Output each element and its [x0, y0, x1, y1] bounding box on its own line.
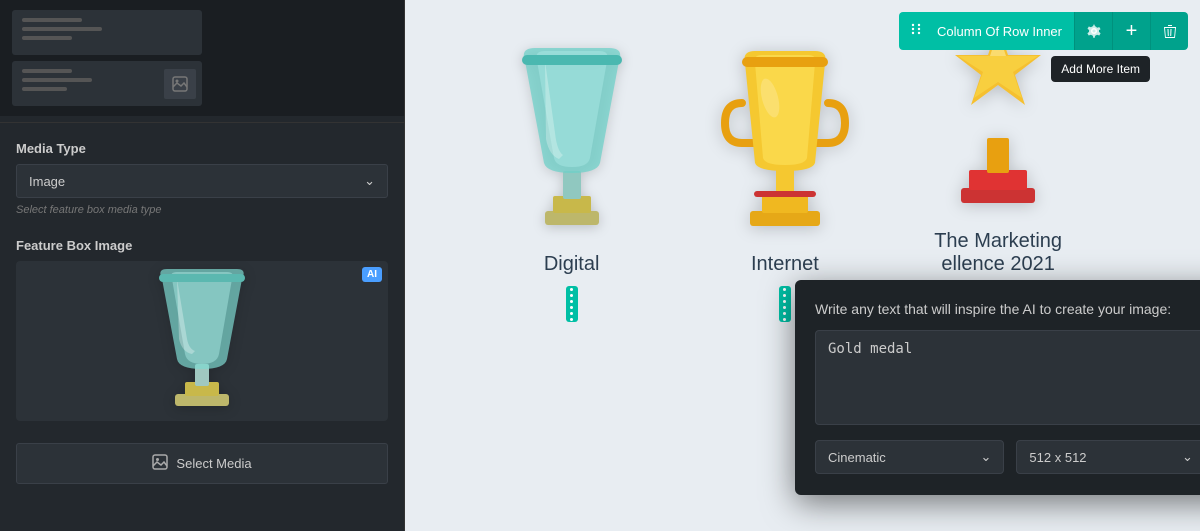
image-preview: AI: [16, 261, 388, 421]
media-type-label: Media Type: [16, 141, 388, 156]
thumb-1[interactable]: [12, 10, 202, 55]
left-panel: Media Type Image ⌄ Select feature box me…: [0, 0, 405, 531]
ai-prompt-input[interactable]: [816, 331, 1200, 419]
thumb-line: [22, 69, 72, 73]
thumb-line: [22, 87, 67, 91]
media-type-hint: Select feature box media type: [16, 204, 388, 216]
size-value: 512 x 512: [1029, 450, 1086, 465]
select-media-label: Select Media: [176, 456, 251, 471]
media-type-dropdown[interactable]: Image ⌄: [16, 164, 388, 198]
trophy-label-2: Internet: [751, 253, 819, 276]
right-area: Column Of Row Inner + Add More Item: [405, 0, 1200, 531]
trophy-item-1: Digital: [492, 43, 652, 322]
drag-handle-1[interactable]: [566, 286, 578, 322]
thumb-image-placeholder: [164, 69, 196, 99]
feature-box-label: Feature Box Image: [16, 238, 388, 253]
thumb-line: [22, 27, 102, 31]
chevron-down-icon: ⌄: [364, 173, 375, 189]
template-thumbnails: [0, 0, 404, 116]
add-more-tooltip: Add More Item: [1051, 56, 1150, 82]
toolbar-gear-button[interactable]: [1074, 12, 1112, 50]
ai-badge: AI: [362, 267, 382, 282]
top-toolbar: Column Of Row Inner + Add More Item: [899, 12, 1188, 50]
toolbar-label: Column Of Row Inner: [933, 24, 1074, 39]
trophy-label-3: The Marketingellence 2021: [934, 230, 1062, 276]
thumb-line: [22, 36, 72, 40]
move-handle[interactable]: [899, 22, 933, 41]
modal-textarea-container: ⏰ ⋱: [815, 330, 1200, 425]
toolbar-pill: Column Of Row Inner + Add More Item: [899, 12, 1188, 50]
modal-controls-row: Cinematic ⌄ 512 x 512 ⌄ Generate Image: [815, 439, 1200, 475]
media-type-value: Image: [29, 174, 65, 189]
toolbar-delete-button[interactable]: [1150, 12, 1188, 50]
select-media-icon: [152, 454, 168, 473]
chevron-down-icon: ⌄: [1182, 449, 1193, 465]
trophy-label-1: Digital: [544, 253, 600, 276]
style-dropdown[interactable]: Cinematic ⌄: [815, 440, 1004, 474]
ai-modal: Write any text that will inspire the AI …: [795, 280, 1200, 495]
thumb-2[interactable]: [12, 61, 202, 106]
select-media-button[interactable]: Select Media: [16, 443, 388, 484]
thumb-line: [22, 18, 82, 22]
chevron-down-icon: ⌄: [981, 449, 992, 465]
modal-title: Write any text that will inspire the AI …: [815, 301, 1171, 317]
thumb-line: [22, 78, 92, 82]
media-type-section: Media Type Image ⌄ Select feature box me…: [0, 129, 404, 228]
trophy-preview-svg: [16, 261, 388, 421]
drag-handle-2[interactable]: [779, 286, 791, 322]
size-dropdown[interactable]: 512 x 512 ⌄: [1016, 440, 1200, 474]
divider: [0, 122, 404, 123]
feature-box-image-section: Feature Box Image AI: [0, 228, 404, 431]
style-value: Cinematic: [828, 450, 886, 465]
modal-header: Write any text that will inspire the AI …: [815, 300, 1200, 318]
toolbar-add-button[interactable]: + Add More Item: [1112, 12, 1150, 50]
plus-icon: +: [1126, 21, 1138, 41]
